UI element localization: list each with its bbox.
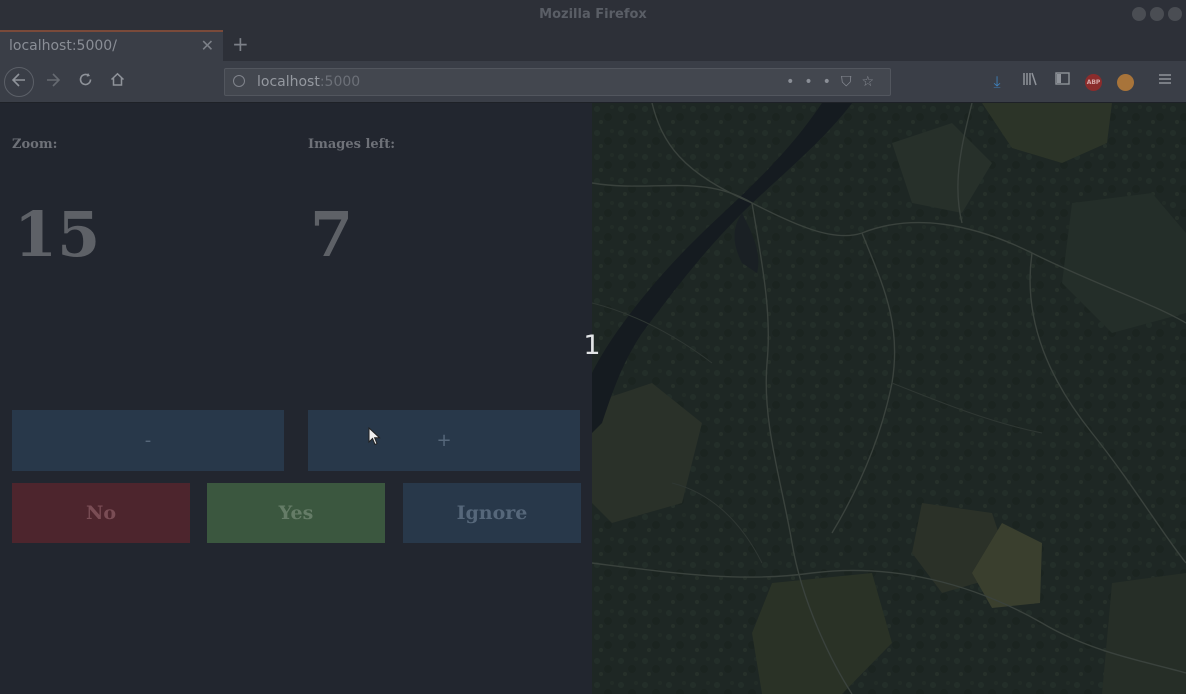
site-info-icon[interactable] bbox=[233, 75, 245, 87]
tab-title: localhost:5000/ bbox=[9, 38, 117, 54]
zoom-value: 15 bbox=[14, 198, 101, 271]
maximize-icon[interactable] bbox=[1150, 7, 1164, 21]
tab-strip: localhost:5000/ ✕ + bbox=[0, 30, 1186, 61]
url-text[interactable]: localhost:5000 bbox=[257, 69, 360, 95]
no-button[interactable]: No bbox=[12, 483, 190, 543]
forward-icon[interactable] bbox=[38, 67, 68, 97]
downloads-icon[interactable]: ⤓ bbox=[987, 72, 1007, 92]
satellite-map-graphic bbox=[592, 103, 1186, 694]
window-controls bbox=[1132, 7, 1182, 21]
window-titlebar: Mozilla Firefox bbox=[0, 0, 1186, 30]
close-window-icon[interactable] bbox=[1168, 7, 1182, 21]
url-bar[interactable]: localhost:5000 •••⛉☆ bbox=[224, 68, 891, 96]
page-actions-icon[interactable]: ••• bbox=[786, 74, 841, 90]
url-actions: •••⛉☆ bbox=[786, 69, 884, 95]
control-panel: Zoom: 15 Images left: 7 - + No Yes Ignor… bbox=[0, 103, 592, 694]
url-host: localhost bbox=[257, 74, 320, 90]
reload-icon[interactable] bbox=[70, 67, 100, 97]
window-title: Mozilla Firefox bbox=[539, 7, 647, 22]
home-icon[interactable] bbox=[102, 67, 132, 97]
back-icon[interactable] bbox=[4, 67, 34, 97]
url-port: :5000 bbox=[319, 74, 361, 90]
ignore-button[interactable]: Ignore bbox=[403, 483, 581, 543]
new-tab-icon[interactable]: + bbox=[232, 30, 249, 59]
adblock-icon[interactable]: ABP bbox=[1085, 74, 1102, 91]
pocket-icon[interactable]: ⛉ bbox=[841, 74, 862, 90]
zoom-out-button[interactable]: - bbox=[12, 410, 284, 471]
images-left-label: Images left: bbox=[308, 137, 396, 152]
yes-button[interactable]: Yes bbox=[207, 483, 385, 543]
navigation-toolbar: localhost:5000 •••⛉☆ ⤓ ABP bbox=[0, 61, 1186, 103]
mouse-cursor-icon bbox=[368, 427, 381, 446]
zoom-in-button[interactable]: + bbox=[308, 410, 580, 471]
images-left-value: 7 bbox=[310, 198, 354, 271]
extension-icon[interactable] bbox=[1117, 74, 1134, 91]
bookmark-star-icon[interactable]: ☆ bbox=[861, 74, 884, 90]
map-image-counter: 1 bbox=[583, 330, 601, 361]
zoom-label: Zoom: bbox=[12, 137, 58, 152]
menu-icon[interactable] bbox=[1155, 72, 1175, 92]
tab-close-icon[interactable]: ✕ bbox=[201, 32, 214, 60]
satellite-map-image[interactable] bbox=[592, 103, 1186, 694]
browser-tab[interactable]: localhost:5000/ ✕ bbox=[0, 30, 223, 61]
library-icon[interactable] bbox=[1020, 72, 1040, 92]
minimize-icon[interactable] bbox=[1132, 7, 1146, 21]
sidebar-icon[interactable] bbox=[1052, 72, 1072, 92]
